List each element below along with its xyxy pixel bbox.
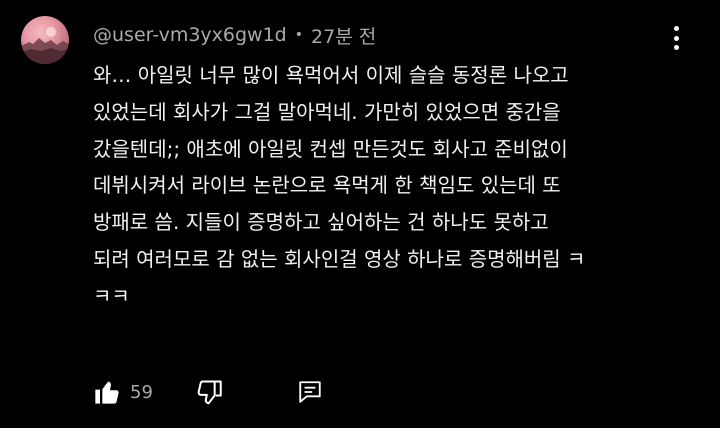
comment-text-line: 데뷔시켜서 라이브 논란으로 욕먹게 한 책임도 있는데 또: [93, 173, 561, 198]
comment-text-line: 갔을텐데;; 애초에 아일릿 컨셉 만든것도 회사고 준비없이: [93, 136, 568, 161]
comment-timestamp[interactable]: 27분 전: [311, 22, 376, 49]
more-options-button[interactable]: [664, 22, 688, 54]
like-count: 59: [130, 381, 153, 403]
comment-text-line: ㅋㅋ: [93, 283, 130, 308]
comment-text-line: 되려 여러모로 감 없는 회사인걸 영상 하나로 증명해버림 ㅋ: [93, 246, 586, 271]
comment-text: 와… 아일릿 너무 많이 욕먹어서 이제 슬슬 동정론 나오고 있었는데 회사가…: [93, 57, 693, 315]
thumb-down-icon: [197, 380, 222, 405]
comment-text-line: 와… 아일릿 너무 많이 욕먹어서 이제 슬슬 동정론 나오고: [93, 63, 569, 87]
comment-item: @user-vm3yx6gw1d • 27분 전 와… 아일릿 너무 많이 욕먹…: [0, 0, 720, 428]
dislike-button[interactable]: [195, 377, 225, 407]
avatar[interactable]: [21, 16, 69, 64]
author-name[interactable]: @user-vm3yx6gw1d: [93, 24, 287, 46]
avatar-image: [21, 27, 69, 64]
comment-text-line: 있었는데 회사가 그걸 말아먹네. 가만히 있었으면 중간을: [93, 99, 561, 124]
reply-button[interactable]: [295, 377, 325, 407]
comment-actions: 59: [92, 376, 325, 408]
like-button[interactable]: [92, 377, 122, 407]
more-vert-icon-dot: [673, 35, 679, 41]
more-vert-icon-dot: [673, 26, 679, 31]
reply-comment-icon: [299, 381, 321, 403]
comment-text-line: 방패로 씀. 지들이 증명하고 싶어하는 건 하나도 못하고: [93, 210, 549, 235]
separator-dot: •: [294, 27, 304, 43]
more-vert-icon-dot: [673, 45, 679, 50]
thumb-up-icon: [95, 381, 119, 404]
comment-header: @user-vm3yx6gw1d • 27분 전: [93, 21, 376, 49]
